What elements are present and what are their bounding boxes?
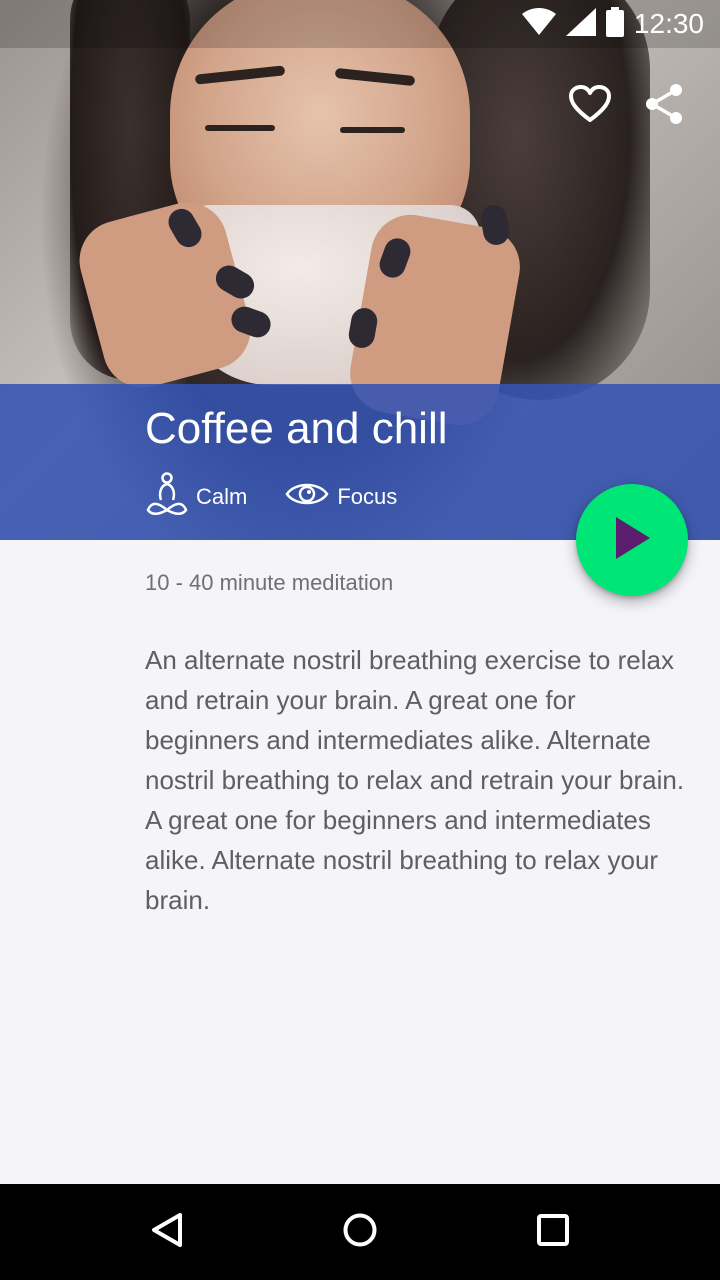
heart-icon [569,85,611,127]
favorite-button[interactable] [568,84,612,128]
eye-icon [285,480,329,514]
home-icon [342,1212,378,1252]
status-time: 12:30 [633,8,704,39]
play-icon [612,515,652,565]
duration-text: 10 - 40 minute meditation [145,570,394,595]
session-tags: Calm Focus [146,472,397,522]
share-icon [644,83,684,129]
back-icon [150,1212,184,1252]
back-button[interactable] [137,1202,197,1262]
hero-eye-right [340,127,405,133]
recents-button[interactable] [523,1202,583,1262]
description-text: An alternate nostril breathing exercise … [145,645,685,915]
tag-calm: Calm [146,472,247,522]
share-button[interactable] [642,84,686,128]
tag-label: Focus [337,484,398,509]
meditation-icon [146,472,188,522]
top-actions [568,84,686,128]
session-title: Coffee and chill [145,404,448,453]
home-button[interactable] [330,1202,390,1262]
battery-icon [605,7,624,41]
recents-icon [536,1213,570,1251]
signal-icon [565,8,596,40]
tag-focus: Focus [285,480,397,514]
play-button[interactable] [576,484,688,596]
tag-label: Calm [196,484,248,509]
navigation-bar [0,1184,720,1280]
status-bar: 12:30 [0,0,720,48]
wifi-icon [521,8,556,40]
hero-eye-left [205,125,275,131]
